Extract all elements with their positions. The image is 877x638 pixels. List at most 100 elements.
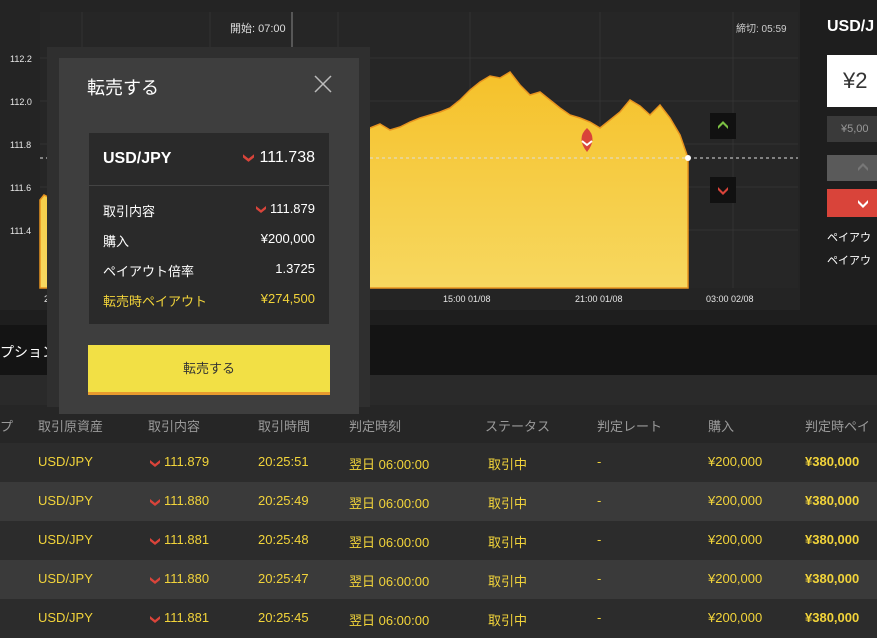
chevron-down-icon <box>150 459 160 467</box>
trade-summary-card: USD/JPY 111.738 取引内容 111.879 購入 ¥200,000… <box>89 133 329 324</box>
rate-cell: 111.881 <box>150 532 209 547</box>
status-cell: 取引中 <box>488 457 528 472</box>
payout-cell: ¥380,000 <box>805 571 860 586</box>
judge-time-cell: 翌日 06:00:00 <box>349 535 430 550</box>
amount-preset-button[interactable]: ¥5,00 <box>827 116 877 142</box>
high-marker-button[interactable] <box>710 113 736 139</box>
table-row[interactable]: USD/JPY 111.880 20:25:49 翌日 06:00:00 取引中… <box>0 482 877 521</box>
status-cell: 取引中 <box>488 574 528 589</box>
purchase-cell: ¥200,000 <box>708 610 763 625</box>
asset-cell: USD/JPY <box>38 493 93 508</box>
payout-label: ペイアウ <box>827 255 871 267</box>
card-header: USD/JPY 111.738 <box>89 133 329 186</box>
chevron-down-icon <box>150 615 160 623</box>
column-header: 判定時刻 <box>349 419 402 434</box>
chevron-up-icon <box>718 121 728 129</box>
judge-time-cell: 翌日 06:00:00 <box>349 574 430 589</box>
payout-cell: ¥380,000 <box>805 493 860 508</box>
right-panel-pair: USD/J <box>827 18 875 35</box>
rate-value: 111.880 <box>164 493 210 508</box>
currency-pair: USD/JPY <box>103 150 172 167</box>
time-cell: 20:25:49 <box>258 493 309 508</box>
judge-time-cell: 翌日 06:00:00 <box>349 457 430 472</box>
purchase-cell: ¥200,000 <box>708 571 763 586</box>
row-key: 購入 <box>103 234 130 249</box>
table-row[interactable]: USD/JPY 111.881 20:25:45 翌日 06:00:00 取引中… <box>0 599 877 638</box>
judge-rate-cell: - <box>597 532 602 547</box>
row-key: 転売時ペイアウト <box>103 294 208 309</box>
status-cell: 取引中 <box>488 535 528 550</box>
column-header: 取引時間 <box>258 419 311 434</box>
rate-value: 111.881 <box>164 610 210 625</box>
judge-rate-cell: - <box>597 493 602 508</box>
payout-cell: ¥380,000 <box>805 532 860 547</box>
payout-cell: ¥380,000 <box>805 610 860 625</box>
row-value: ¥274,500 <box>260 291 315 306</box>
y-tick-label: 112.0 <box>10 97 32 107</box>
column-header: 取引原資産 <box>38 419 104 434</box>
rate-cell: 111.881 <box>150 610 209 625</box>
chevron-down-icon <box>150 537 160 545</box>
modal-title: 転売する <box>87 78 159 98</box>
chevron-up-icon <box>858 163 868 171</box>
column-header: 判定レート <box>597 419 663 434</box>
time-cell: 20:25:47 <box>258 571 309 586</box>
judge-time-cell: 翌日 06:00:00 <box>349 613 430 628</box>
chevron-down-icon <box>255 206 266 213</box>
high-button[interactable] <box>827 155 877 181</box>
row-value: ¥200,000 <box>260 231 315 246</box>
x-tick-label: 15:00 01/08 <box>443 294 491 304</box>
column-header: 取引内容 <box>148 419 201 434</box>
column-header: ステータス <box>485 419 551 434</box>
row-key: 取引内容 <box>103 204 156 219</box>
judge-time-cell: 翌日 06:00:00 <box>349 496 430 511</box>
asset-cell: USD/JPY <box>38 454 93 469</box>
rate-value: 111.880 <box>164 571 210 586</box>
row-key: ペイアウト倍率 <box>103 264 195 279</box>
purchase-amount-input[interactable]: ¥2 <box>827 55 877 107</box>
close-time-label: 締切: 05:59 <box>736 24 787 35</box>
asset-cell: USD/JPY <box>38 610 93 625</box>
column-header: プ <box>0 419 14 434</box>
asset-cell: USD/JPY <box>38 532 93 547</box>
payout-label: ペイアウ <box>827 232 871 244</box>
time-cell: 20:25:45 <box>258 610 309 625</box>
judge-rate-cell: - <box>597 454 602 469</box>
chevron-down-icon <box>718 187 728 195</box>
start-time-label: 開始: 07:00 <box>230 23 286 35</box>
table-row[interactable]: USD/JPY 111.879 20:25:51 翌日 06:00:00 取引中… <box>0 443 877 482</box>
table-row[interactable]: USD/JPY 111.880 20:25:47 翌日 06:00:00 取引中… <box>0 560 877 599</box>
x-tick-label: 21:00 01/08 <box>575 294 623 304</box>
status-cell: 取引中 <box>488 496 528 511</box>
rate-cell: 111.879 <box>150 454 209 469</box>
rate-cell: 111.880 <box>150 493 209 508</box>
chevron-down-icon <box>858 200 868 208</box>
judge-rate-cell: - <box>597 610 602 625</box>
y-tick-label: 111.6 <box>10 183 32 193</box>
low-marker-button[interactable] <box>710 177 736 203</box>
close-icon[interactable] <box>313 74 333 94</box>
asset-cell: USD/JPY <box>38 571 93 586</box>
purchase-cell: ¥200,000 <box>708 532 763 547</box>
resell-modal: 転売する USD/JPY 111.738 取引内容 111.879 購入 ¥20… <box>59 58 359 414</box>
low-button[interactable] <box>827 189 877 217</box>
current-rate-value: 111.738 <box>259 149 315 166</box>
y-tick-label: 112.2 <box>10 54 32 64</box>
status-cell: 取引中 <box>488 613 528 628</box>
purchase-cell: ¥200,000 <box>708 493 763 508</box>
row-value: 1.3725 <box>275 261 315 276</box>
resell-button[interactable]: 転売する <box>88 345 330 395</box>
purchase-cell: ¥200,000 <box>708 454 763 469</box>
table-row[interactable]: USD/JPY 111.881 20:25:48 翌日 06:00:00 取引中… <box>0 521 877 560</box>
payout-cell: ¥380,000 <box>805 454 860 469</box>
chevron-down-icon <box>150 498 160 506</box>
x-tick-label: 03:00 02/08 <box>706 294 754 304</box>
chevron-down-icon <box>150 576 160 584</box>
time-cell: 20:25:51 <box>258 454 309 469</box>
rate-value: 111.879 <box>164 454 210 469</box>
column-header: 判定時ペイ <box>805 419 871 434</box>
column-header: 購入 <box>708 419 735 434</box>
rate-value: 111.881 <box>164 532 210 547</box>
y-tick-label: 111.8 <box>10 140 32 150</box>
time-cell: 20:25:48 <box>258 532 309 547</box>
